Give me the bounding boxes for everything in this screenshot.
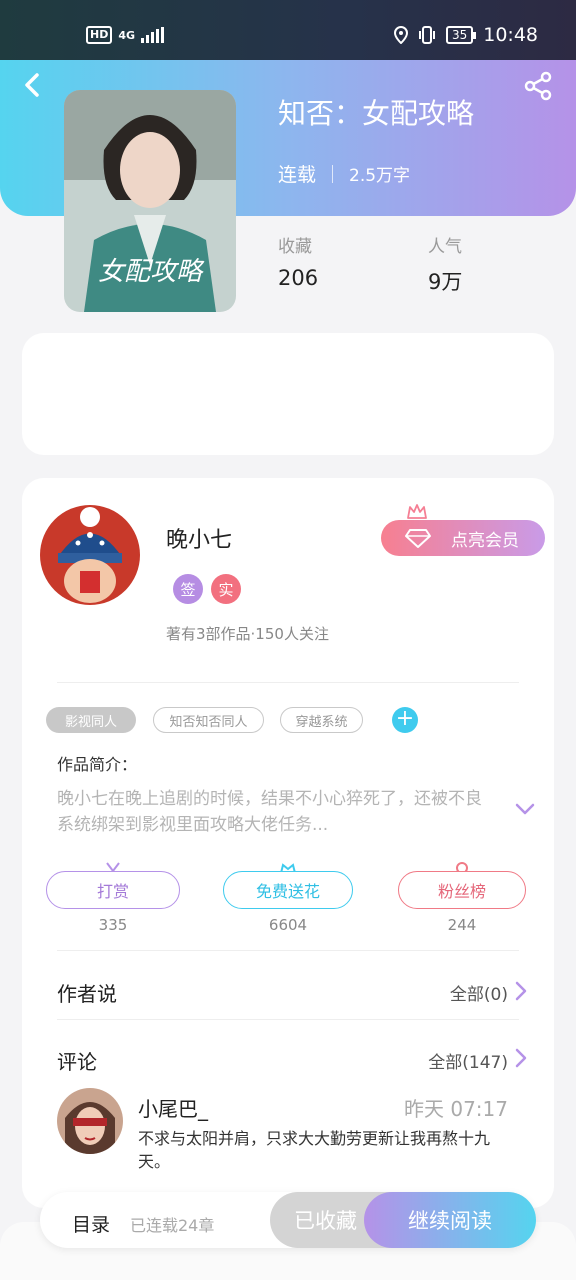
crown-icon xyxy=(407,504,427,519)
tag-item[interactable]: 影视同人 xyxy=(46,707,136,733)
hd-indicator: HD xyxy=(86,26,113,44)
comment-text: 不求与太阳并肩，只求大大勤劳更新让我再熬十九天。 xyxy=(138,1129,491,1171)
toc-button[interactable]: 目录 xyxy=(72,1210,110,1237)
continue-reading-button[interactable]: 继续阅读 xyxy=(364,1192,536,1248)
tag-item[interactable]: 穿越系统 xyxy=(280,707,363,733)
intro-text: 晚小七在晚上追剧的时候，结果不小心猝死了，还被不良系统绑架到影视里面攻略大佬任务… xyxy=(57,789,482,835)
reward-label: 打赏 xyxy=(96,882,129,901)
book-meta: 连载 2.5万字 xyxy=(278,160,410,187)
vip-button-label: 点亮会员 xyxy=(451,530,519,551)
divider xyxy=(57,1019,519,1020)
network-indicator: 4G xyxy=(118,28,136,42)
reward-button[interactable]: 打赏 xyxy=(46,871,180,909)
send-flower-label: 免费送花 xyxy=(255,882,320,901)
book-cover[interactable]: 女配攻略 xyxy=(64,90,236,312)
chevron-right-icon[interactable] xyxy=(513,1047,529,1069)
comments-all-link[interactable]: 全部(147) xyxy=(428,1048,508,1073)
flower-count: 6604 xyxy=(268,916,308,934)
cover-title: 女配攻略 xyxy=(98,257,205,287)
chapter-count: 已连载24章 xyxy=(130,1216,215,1235)
chevron-right-icon[interactable] xyxy=(513,980,529,1002)
collected-label: 已收藏 xyxy=(294,1209,357,1233)
location-icon xyxy=(393,26,408,44)
comment-time: 昨天 07:17 xyxy=(404,1097,508,1121)
reward-count: 335 xyxy=(98,916,128,934)
intro-label: 作品简介： xyxy=(57,755,138,774)
word-count: 2.5万字 xyxy=(349,166,411,186)
continue-reading-label: 继续阅读 xyxy=(408,1209,492,1233)
divider xyxy=(57,950,519,951)
fans-rank-button[interactable]: 粉丝榜 xyxy=(398,871,526,909)
fans-count: 244 xyxy=(447,916,477,934)
stat-popularity-value: 9万 xyxy=(428,270,463,294)
verified-badge: 实 xyxy=(211,574,241,604)
send-flower-button[interactable]: 免费送花 xyxy=(223,871,353,909)
meta-divider xyxy=(332,164,334,183)
placeholder-card xyxy=(22,333,554,455)
chevron-left-icon[interactable] xyxy=(18,70,48,100)
diamond-icon xyxy=(405,529,431,548)
stat-favorites-value: 206 xyxy=(278,266,319,290)
chevron-down-icon[interactable] xyxy=(513,800,537,818)
battery-icon: 35 xyxy=(445,26,477,44)
comments-title: 评论 xyxy=(57,1050,97,1074)
fans-rank-label: 粉丝榜 xyxy=(437,882,486,901)
serial-status: 连载 xyxy=(278,164,317,186)
commenter-avatar[interactable] xyxy=(57,1088,123,1154)
tag-item[interactable]: 知否知否同人 xyxy=(153,707,264,733)
add-tag-button[interactable]: + xyxy=(392,707,418,733)
author-works-info: 著有3部作品·150人关注 xyxy=(166,625,329,643)
signal-icon xyxy=(141,27,165,43)
stat-favorites-label: 收藏 xyxy=(278,237,312,257)
status-bar: HD 4G 35 10:48 xyxy=(0,0,576,60)
author-name[interactable]: 晚小七 xyxy=(166,522,232,554)
clock: 10:48 xyxy=(483,24,538,46)
author-avatar[interactable] xyxy=(40,505,140,605)
commenter-name[interactable]: 小尾巴_ xyxy=(138,1093,208,1122)
stat-popularity-label: 人气 xyxy=(428,237,462,257)
divider xyxy=(57,682,519,683)
signed-badge: 签 xyxy=(173,574,203,604)
share-icon[interactable] xyxy=(522,70,554,102)
author-says-all-link[interactable]: 全部(0) xyxy=(450,980,508,1005)
book-title: 知否：女配攻略 xyxy=(278,97,475,130)
vibrate-icon xyxy=(418,26,435,44)
author-says-title: 作者说 xyxy=(57,982,117,1006)
